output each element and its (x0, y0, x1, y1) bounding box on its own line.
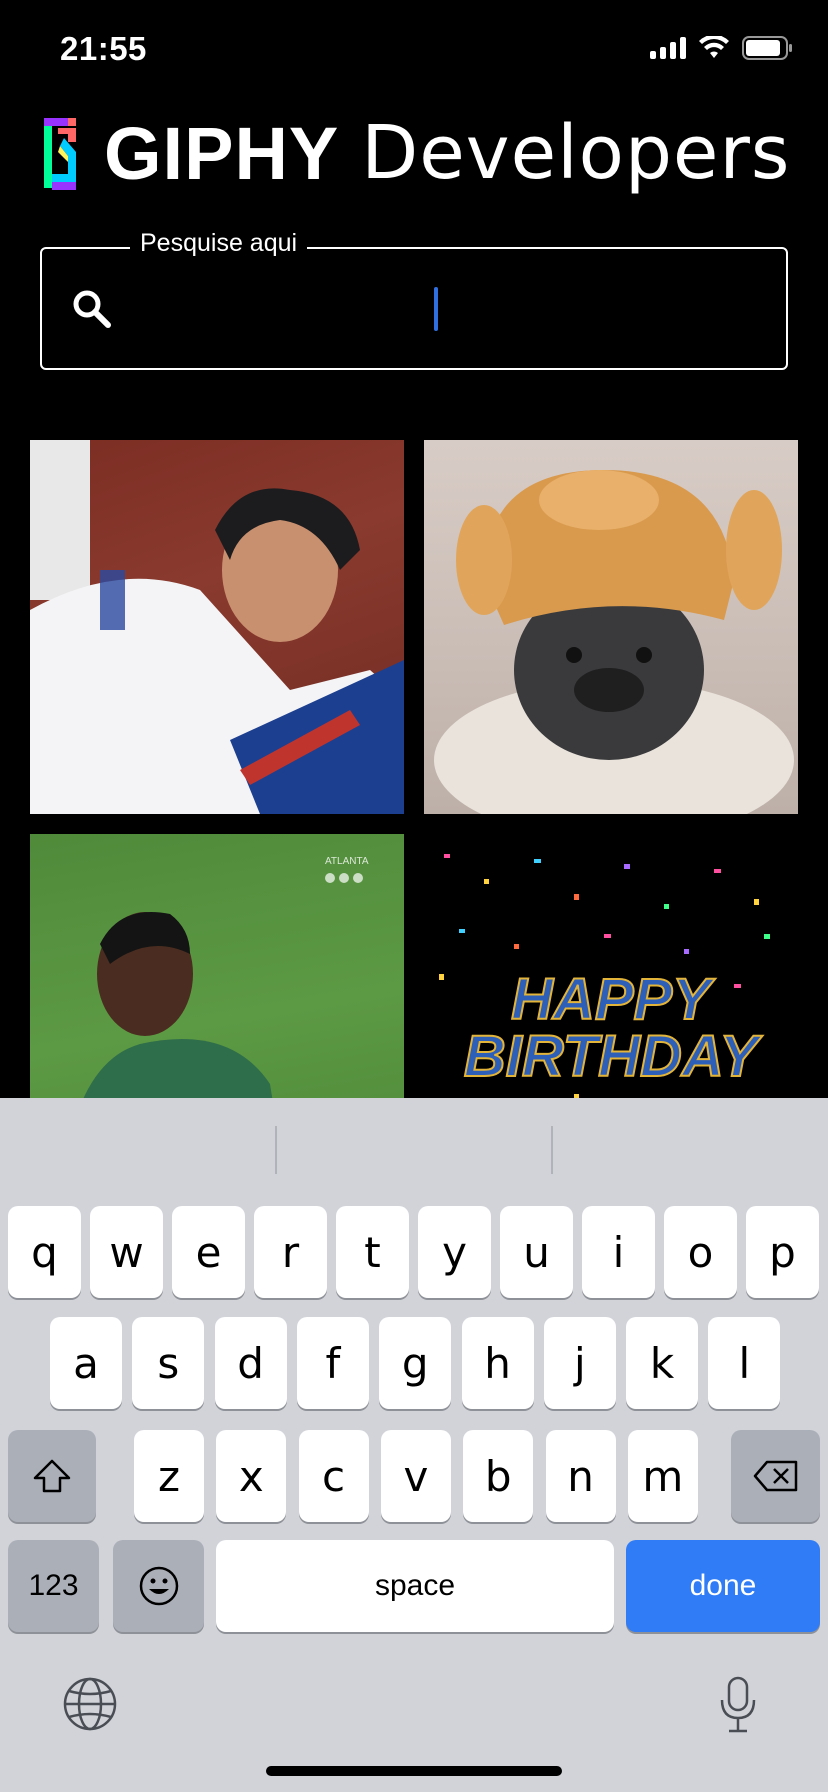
search-label: Pesquise aqui (130, 229, 308, 258)
key-k[interactable]: k (626, 1317, 699, 1409)
cellular-signal-icon (650, 37, 686, 59)
status-bar: 21:55 (0, 0, 828, 100)
search-field[interactable]: Pesquise aqui (40, 229, 788, 370)
globe-icon[interactable] (62, 1676, 118, 1732)
key-i[interactable]: i (582, 1206, 655, 1298)
backspace-icon (753, 1460, 797, 1492)
logo-suffix-text: Developers (361, 110, 791, 196)
battery-icon (742, 36, 792, 60)
shift-key[interactable] (8, 1430, 96, 1522)
space-key[interactable]: space (216, 1540, 614, 1632)
suggestion-bar (0, 1098, 828, 1198)
backspace-key[interactable] (731, 1430, 820, 1522)
text-caret (434, 287, 438, 331)
done-key[interactable]: done (626, 1540, 820, 1632)
wifi-icon (699, 36, 729, 58)
key-o[interactable]: o (664, 1206, 737, 1298)
key-j[interactable]: j (543, 1317, 616, 1409)
key-e[interactable]: e (172, 1206, 245, 1298)
key-l[interactable]: l (708, 1317, 781, 1409)
gif-watermark: ATLANTA (325, 856, 369, 867)
key-t[interactable]: t (336, 1206, 409, 1298)
suggestion-divider (551, 1126, 553, 1174)
onscreen-keyboard: qwertyuiop asdfghjkl zxcvbnm 123 space d… (0, 1098, 828, 1792)
key-x[interactable]: x (216, 1430, 287, 1522)
status-icons (650, 36, 794, 60)
gif-image (30, 440, 404, 814)
emoji-key[interactable] (113, 1540, 204, 1632)
key-f[interactable]: f (296, 1317, 369, 1409)
numbers-key[interactable]: 123 (8, 1540, 99, 1632)
search-icon (73, 290, 111, 328)
key-y[interactable]: y (418, 1206, 491, 1298)
status-time: 21:55 (60, 30, 147, 67)
svg-text:HAPPY: HAPPY (511, 967, 716, 1032)
key-r[interactable]: r (254, 1206, 327, 1298)
key-u[interactable]: u (500, 1206, 573, 1298)
shift-icon (33, 1459, 71, 1493)
key-z[interactable]: z (134, 1430, 204, 1522)
giphy-developers-logo: GIPHY Developers (40, 110, 790, 196)
key-q[interactable]: q (8, 1206, 81, 1298)
logo-brand-text: GIPHY (104, 111, 340, 195)
home-indicator[interactable] (266, 1766, 562, 1776)
suggestion-divider (275, 1126, 277, 1174)
key-w[interactable]: w (90, 1206, 163, 1298)
key-a[interactable]: a (50, 1317, 122, 1409)
key-m[interactable]: m (627, 1430, 698, 1522)
key-h[interactable]: h (461, 1317, 534, 1409)
key-g[interactable]: g (379, 1317, 452, 1409)
emoji-icon (139, 1566, 178, 1606)
svg-text:BIRTHDAY: BIRTHDAY (464, 1024, 764, 1089)
gif-tile-dog-turkey-hat[interactable] (424, 440, 798, 814)
key-p[interactable]: p (746, 1206, 819, 1298)
microphone-icon[interactable] (718, 1676, 758, 1734)
key-v[interactable]: v (380, 1430, 451, 1522)
giphy-logo-icon (44, 118, 76, 190)
key-c[interactable]: c (298, 1430, 369, 1522)
key-b[interactable]: b (463, 1430, 534, 1522)
search-input[interactable] (132, 279, 752, 339)
gif-image (434, 470, 794, 814)
key-d[interactable]: d (214, 1317, 287, 1409)
gif-tile-baseball-player[interactable] (30, 440, 404, 814)
key-s[interactable]: s (132, 1317, 205, 1409)
key-n[interactable]: n (545, 1430, 616, 1522)
